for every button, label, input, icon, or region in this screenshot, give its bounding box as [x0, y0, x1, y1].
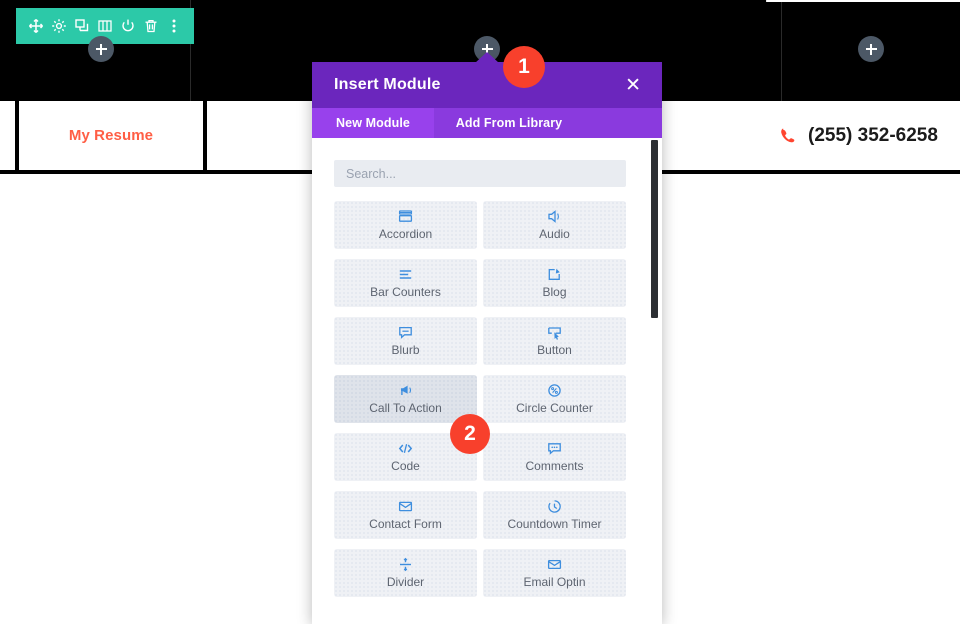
module-label: Bar Counters: [370, 285, 441, 299]
screen: My Resume (255) 352-6258 Insert Module ✕…: [0, 0, 960, 624]
search-input[interactable]: [334, 160, 626, 187]
code-icon: [398, 441, 413, 456]
module-label: Audio: [539, 227, 570, 241]
modal-scrollbar-thumb[interactable]: [651, 140, 658, 318]
module-tile-divider[interactable]: Divider: [334, 549, 477, 597]
module-label: Contact Form: [369, 517, 442, 531]
button-icon: [547, 325, 562, 340]
phone-icon: [780, 127, 797, 144]
column-divider-2: [781, 0, 782, 101]
columns-icon[interactable]: [97, 18, 113, 34]
module-label: Accordion: [378, 227, 433, 241]
module-tile-blog[interactable]: Blog: [483, 259, 626, 307]
power-icon[interactable]: [120, 18, 136, 34]
module-label: Blurb: [391, 343, 420, 357]
module-label: Circle Counter: [516, 401, 593, 415]
step-badge-2: 2: [450, 414, 490, 454]
module-label: Call To Action: [369, 401, 442, 415]
module-tile-comments[interactable]: Comments: [483, 433, 626, 481]
module-label: Button: [537, 343, 572, 357]
module-tile-email-optin[interactable]: Email Optin: [483, 549, 626, 597]
blurb-icon: [398, 325, 413, 340]
modal-title: Insert Module: [334, 76, 441, 93]
call-to-action-icon: [398, 383, 413, 398]
module-label: Code: [391, 459, 420, 473]
insert-module-modal: Insert Module ✕ New Module Add From Libr…: [312, 62, 662, 624]
module-tile-audio[interactable]: Audio: [483, 201, 626, 249]
modal-pointer: [475, 52, 499, 63]
duplicate-icon[interactable]: [74, 18, 90, 34]
module-grid: Accordion Audio Bar Counters Blog Blurb …: [334, 201, 640, 597]
accordion-icon: [398, 209, 413, 224]
add-module-left[interactable]: [88, 36, 114, 62]
module-tile-circle-counter[interactable]: Circle Counter: [483, 375, 626, 423]
module-tile-call-to-action[interactable]: Call To Action: [334, 375, 477, 423]
bar-counters-icon: [398, 267, 413, 282]
blog-icon: [547, 267, 562, 282]
modal-tabs: New Module Add From Library: [312, 108, 662, 138]
module-tile-countdown-timer[interactable]: Countdown Timer: [483, 491, 626, 539]
step-badge-1: 1: [503, 46, 545, 88]
nav-item-my-resume[interactable]: My Resume: [19, 101, 203, 170]
module-label: Email Optin: [523, 575, 586, 589]
contact-form-icon: [398, 499, 413, 514]
comments-icon: [547, 441, 562, 456]
module-label: Countdown Timer: [507, 517, 602, 531]
close-icon[interactable]: ✕: [622, 74, 644, 97]
circle-counter-icon: [547, 383, 562, 398]
email-optin-icon: [547, 557, 562, 572]
module-tile-bar-counters[interactable]: Bar Counters: [334, 259, 477, 307]
modal-body: Accordion Audio: [312, 138, 662, 624]
modal-header: Insert Module ✕: [312, 62, 662, 108]
module-label: Blog: [542, 285, 567, 299]
tab-new-module[interactable]: New Module: [312, 108, 434, 138]
gear-icon[interactable]: [51, 18, 67, 34]
add-module-right[interactable]: [858, 36, 884, 62]
top-right-card: [766, 0, 960, 2]
phone-number: (255) 352-6258: [808, 124, 938, 146]
more-options-icon[interactable]: [166, 18, 182, 34]
module-label: Divider: [386, 575, 425, 589]
divider-icon: [398, 557, 413, 572]
move-icon[interactable]: [28, 18, 44, 34]
module-tile-blurb[interactable]: Blurb: [334, 317, 477, 365]
trash-icon[interactable]: [143, 18, 159, 34]
search-row: [334, 138, 640, 187]
tab-add-from-library[interactable]: Add From Library: [434, 108, 584, 138]
header-phone[interactable]: (255) 352-6258: [780, 101, 938, 170]
audio-icon: [547, 209, 562, 224]
countdown-timer-icon: [547, 499, 562, 514]
header-divider-2: [203, 101, 207, 170]
module-tile-button[interactable]: Button: [483, 317, 626, 365]
nav-item-label: My Resume: [68, 127, 154, 144]
module-tile-accordion[interactable]: Accordion: [334, 201, 477, 249]
module-tile-contact-form[interactable]: Contact Form: [334, 491, 477, 539]
module-label: Comments: [525, 459, 584, 473]
